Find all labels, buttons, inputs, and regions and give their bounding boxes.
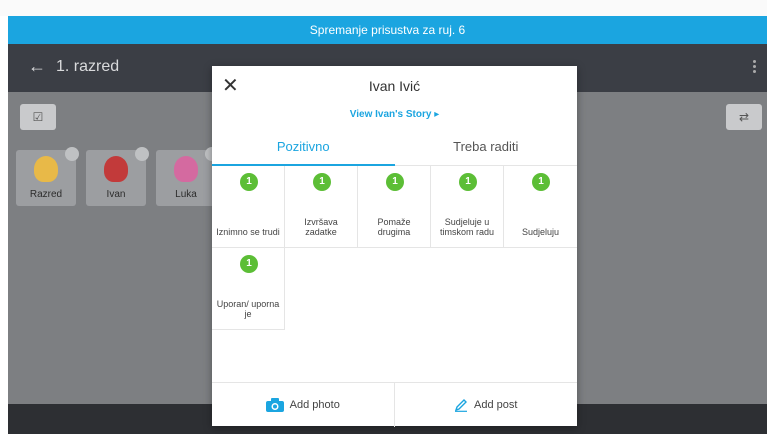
points-badge (135, 147, 149, 161)
dialog-footer: Add photo Add post (212, 382, 578, 427)
avatar (174, 156, 198, 182)
skill-tile[interactable]: 1 Iznimno se trudi (212, 166, 285, 248)
tab-treba-raditi[interactable]: Treba raditi (395, 132, 578, 166)
skill-tile[interactable]: 1 Sudjeluje u timskom radu (431, 166, 504, 248)
skill-tile[interactable]: 1 Sudjeluju (504, 166, 577, 248)
student-card[interactable]: Luka (156, 147, 219, 206)
shuffle-button[interactable]: ⇄ (726, 104, 762, 130)
student-name: Luka (175, 189, 197, 200)
points-badge: 1 (240, 173, 258, 191)
skill-label: Sudjeluju (521, 227, 560, 237)
attendance-banner: Spremanje prisustva za ruj. 6 (8, 16, 767, 44)
points-badge: 1 (240, 255, 258, 273)
points-badge: 1 (459, 173, 477, 191)
camera-icon (265, 398, 284, 413)
view-story-link[interactable]: View Ivan's Story ▸ (212, 109, 577, 120)
add-post-button[interactable]: Add post (395, 383, 578, 427)
skill-label: Iznimno se trudi (216, 227, 280, 237)
arrow-left-icon[interactable]: ← (28, 56, 46, 77)
feedback-tabs: Pozitivno Treba raditi (212, 132, 577, 166)
skill-label: Uporan/ uporna je (216, 299, 280, 319)
points-badge (65, 147, 79, 161)
student-card[interactable]: Razred (16, 147, 79, 206)
add-photo-button[interactable]: Add photo (212, 383, 395, 427)
skill-tile[interactable]: 1 Izvršava zadatke (285, 166, 358, 248)
skill-label: Izvršava zadatke (304, 217, 338, 237)
student-card[interactable]: Ivan (86, 147, 149, 206)
student-name: Ivan (106, 189, 126, 200)
add-photo-label: Add photo (289, 399, 340, 411)
add-post-label: Add post (474, 399, 518, 411)
pencil-icon (454, 399, 468, 412)
skill-label: Pomaže drugima (377, 217, 411, 237)
avatar (34, 156, 58, 182)
skill-tile[interactable]: 1 Pomaže drugima (358, 166, 431, 248)
more-options-icon[interactable] (753, 60, 757, 75)
class-title: 1. razred (56, 58, 120, 75)
avatar (104, 156, 128, 182)
skill-label: Sudjeluje u timskom radu (439, 217, 494, 237)
points-badge: 1 (313, 173, 331, 191)
student-dialog: ✕ Ivan Ivić View Ivan's Story ▸ Pozitivn… (212, 66, 578, 427)
points-badge: 1 (532, 173, 550, 191)
student-name: Razred (29, 189, 63, 200)
select-checkbox-button[interactable]: ☑ (20, 104, 56, 130)
skill-tile[interactable]: 1 Uporan/ uporna je (212, 248, 285, 330)
status-area (0, 0, 767, 16)
student-name-title: Ivan Ivić (368, 78, 421, 94)
points-badge: 1 (386, 173, 404, 191)
tab-pozitivno[interactable]: Pozitivno (212, 132, 395, 166)
